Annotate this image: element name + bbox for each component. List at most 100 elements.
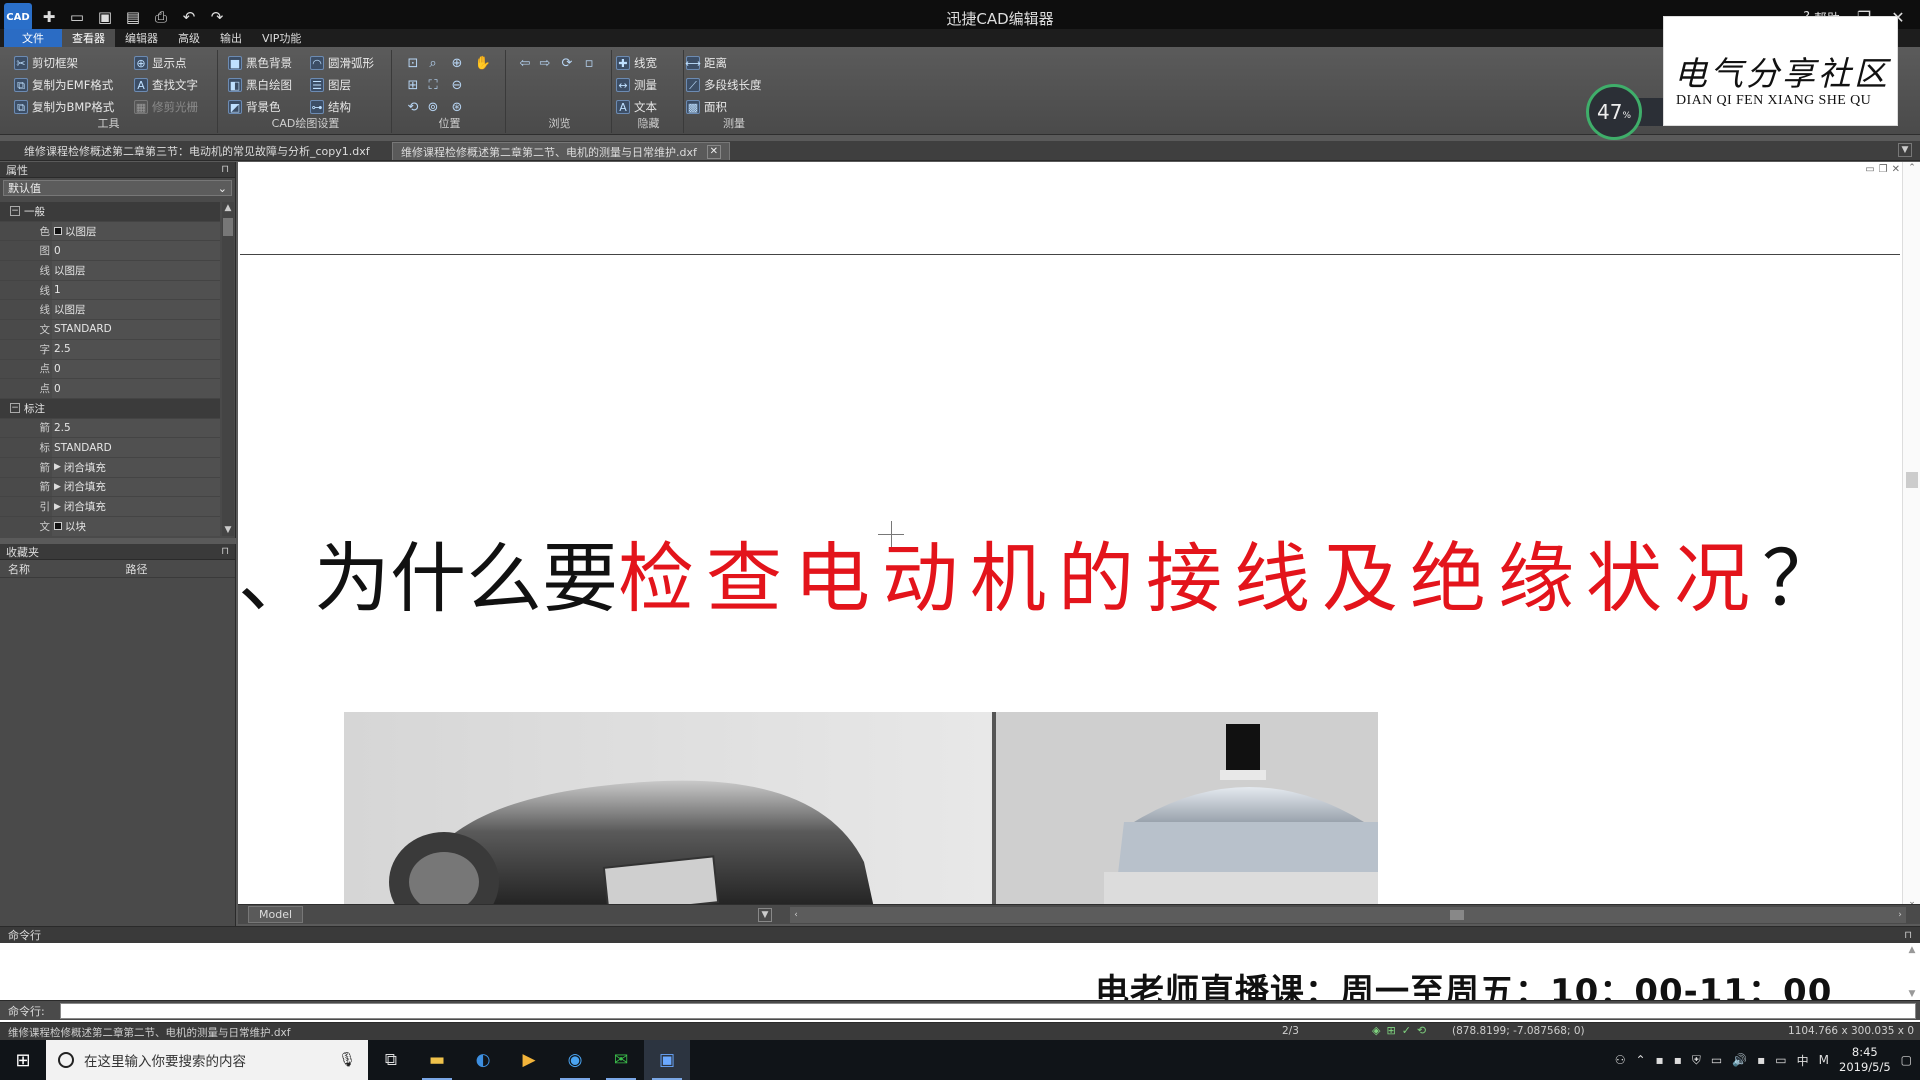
hide-text-button[interactable]: A 文本 (616, 98, 657, 116)
collapse-icon[interactable]: − (10, 206, 20, 217)
properties-scrollbar[interactable]: ▲ ▼ (222, 202, 234, 536)
copy-emf-button[interactable]: ⧉ 复制为EMF格式 (14, 76, 113, 94)
next-view-icon[interactable]: ⇨ (536, 54, 554, 72)
property-row[interactable]: 箭 ▶ 闭合填充 (0, 457, 220, 478)
scroll-right-icon[interactable]: › (1894, 909, 1906, 921)
cad-app-icon[interactable]: ▣ (644, 1040, 690, 1080)
area-button[interactable]: ▩ 面积 (686, 98, 727, 116)
layers-button[interactable]: ☰ 图层 (310, 76, 351, 94)
people-icon[interactable]: ⚇ (1615, 1053, 1626, 1067)
tray-app-icon[interactable]: ▪ (1674, 1053, 1682, 1067)
command-scrollbar[interactable]: ▲ ▼ (1906, 945, 1918, 999)
wechat-icon[interactable]: ✉ (598, 1040, 644, 1080)
scroll-up-icon[interactable]: ▲ (1909, 945, 1916, 955)
browser-icon[interactable]: ◐ (460, 1040, 506, 1080)
volume-icon[interactable]: 🔊 (1732, 1053, 1747, 1067)
zoom-out-icon[interactable]: ⊖ (448, 76, 466, 94)
taskbar-clock[interactable]: 8:45 2019/5/5 (1839, 1045, 1891, 1075)
background-color-button[interactable]: ◩ 背景色 (228, 98, 281, 116)
smooth-arc-button[interactable]: ◠ 圆滑弧形 (310, 54, 374, 72)
microphone-icon[interactable]: 🎙 (338, 1052, 356, 1068)
property-value[interactable]: ▶ 闭合填充 (52, 477, 220, 497)
qq-browser-icon[interactable]: ◉ (552, 1040, 598, 1080)
app-logo[interactable]: CAD (4, 3, 32, 31)
pin-icon[interactable]: ⊓ (221, 546, 229, 557)
copy-bmp-button[interactable]: ⧉ 复制为BMP格式 (14, 98, 114, 116)
model-tab[interactable]: Model (248, 906, 304, 923)
property-row[interactable]: 点0 (0, 359, 220, 380)
notification-icon[interactable]: ▢ (1901, 1053, 1912, 1067)
property-value[interactable]: STANDARD (52, 438, 220, 457)
media-player-icon[interactable]: ▶ (506, 1040, 552, 1080)
snap-icon[interactable]: ◈ (1372, 1024, 1380, 1037)
property-value[interactable]: 以图层 (52, 300, 220, 320)
close-icon[interactable]: ✕ (1892, 164, 1900, 175)
layouts-dropdown-icon[interactable]: ▼ (758, 908, 772, 922)
file-explorer-icon[interactable]: ▬ (414, 1040, 460, 1080)
property-value[interactable]: 以图层 (52, 221, 220, 241)
restore-icon[interactable]: ❐ (1879, 164, 1888, 175)
windows-start-icon[interactable]: ⊞ (0, 1040, 46, 1080)
tab-viewer[interactable]: 查看器 (62, 29, 115, 47)
property-value[interactable]: 2.5 (52, 339, 220, 359)
property-category[interactable]: − 一般 (0, 202, 220, 222)
scroll-thumb[interactable] (1906, 472, 1918, 488)
tray-app-icon[interactable]: ▪ (1656, 1053, 1664, 1067)
property-row[interactable]: 引 ▶ 闭合填充 (0, 497, 220, 517)
property-row[interactable]: 标 STANDARD (0, 438, 220, 458)
property-row[interactable]: 箭 ▶ 闭合填充 (0, 477, 220, 498)
trim-raster-button[interactable]: ▦ 修剪光栅 (134, 98, 198, 116)
print-icon[interactable]: ⎙ (150, 6, 172, 28)
property-value[interactable]: ▶ 闭合填充 (52, 457, 220, 477)
property-value[interactable]: 0 (52, 241, 220, 261)
column-name[interactable]: 名称 (0, 561, 118, 577)
property-row[interactable]: 文 STANDARD (0, 320, 220, 340)
tab-editor[interactable]: 编辑器 (115, 29, 168, 47)
property-value[interactable]: ▶ 闭合填充 (52, 497, 220, 516)
tab-advanced[interactable]: 高级 (168, 29, 210, 47)
line-width-button[interactable]: ✚ 线宽 (616, 54, 657, 72)
property-value[interactable]: 0 (52, 379, 220, 398)
ime-mode-icon[interactable]: M (1819, 1053, 1829, 1067)
save-icon[interactable]: ▣ (94, 6, 116, 28)
scroll-left-icon[interactable]: ‹ (790, 909, 802, 921)
pan-hand-icon[interactable]: ✋ (474, 54, 492, 72)
zoom-real-icon[interactable]: ⊚ (424, 98, 442, 116)
property-row[interactable]: 字 2.5 (0, 339, 220, 360)
zoom-search-icon[interactable]: ⌕ (424, 54, 442, 72)
tab-file[interactable]: 文件 (4, 29, 62, 47)
scroll-up-icon[interactable]: ▲ (222, 202, 234, 214)
view-options-icon[interactable]: ▫ (580, 54, 598, 72)
black-white-button[interactable]: ◧ 黑白绘图 (228, 76, 292, 94)
hide-measure-button[interactable]: ↔ 测量 (616, 76, 657, 94)
undo-icon[interactable]: ↶ (178, 6, 200, 28)
scroll-down-icon[interactable]: ▼ (222, 524, 234, 536)
black-background-button[interactable]: ■ 黑色背景 (228, 54, 292, 72)
canvas-horizontal-scrollbar[interactable]: ‹ › (790, 907, 1906, 923)
taskbar-search[interactable]: 在这里输入你要搜索的内容 🎙 (46, 1040, 368, 1080)
zoom-previous-icon[interactable]: ⊛ (448, 98, 466, 116)
tab-output[interactable]: 输出 (210, 29, 252, 47)
drawing-canvas[interactable]: ▭ ❐ ✕ 、为什么要检查电动机的接线及绝缘状况？ ⌃ ⌄ (238, 162, 1920, 908)
property-row[interactable]: 线以图层 (0, 300, 220, 321)
refresh-view-icon[interactable]: ⟳ (558, 54, 576, 72)
doc-tab-2[interactable]: 维修课程检修概述第二章第二节、电机的测量与日常维护.dxf ✕ (392, 142, 730, 160)
column-path[interactable]: 路径 (118, 561, 236, 577)
polar-icon[interactable]: ⟲ (1417, 1024, 1426, 1037)
canvas-vertical-scrollbar[interactable]: ⌃ ⌄ (1902, 162, 1920, 908)
ortho-icon[interactable]: ✓ (1402, 1024, 1411, 1037)
scroll-down-icon[interactable]: ▼ (1909, 989, 1916, 999)
properties-selector[interactable]: 默认值 ⌄ (3, 180, 232, 196)
zoom-window-icon[interactable]: ⊡ (404, 54, 422, 72)
rotate-view-icon[interactable]: ⟲ (404, 98, 422, 116)
distance-button[interactable]: ⟷ 距离 (685, 54, 727, 72)
scroll-thumb[interactable] (223, 218, 233, 236)
task-view-icon[interactable]: ⧉ (368, 1040, 414, 1080)
previous-view-icon[interactable]: ⇦ (516, 54, 534, 72)
shield-icon[interactable]: ⛨ (1692, 1053, 1701, 1068)
save-as-icon[interactable]: ▤ (122, 6, 144, 28)
minimize-icon[interactable]: ▭ (1865, 164, 1874, 175)
doc-tab-1[interactable]: 维修课程检修概述第二章第三节：电动机的常见故障与分析_copy1.dxf (16, 142, 378, 160)
fit-window-icon[interactable]: ⛶ (424, 76, 442, 94)
new-file-icon[interactable]: ✚ (38, 6, 60, 28)
